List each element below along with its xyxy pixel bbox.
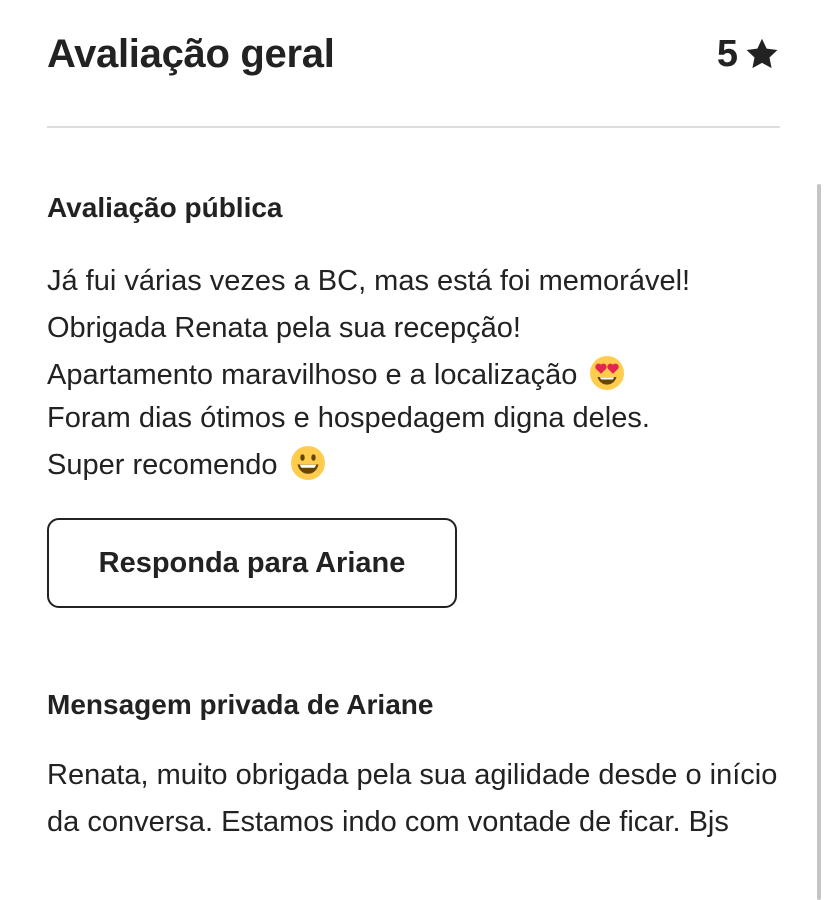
overall-rating-header: Avaliação geral 5 xyxy=(47,28,780,80)
private-message-text: Renata, muito obrigada pela sua agilidad… xyxy=(47,759,778,838)
overall-rating-title: Avaliação geral xyxy=(47,31,335,76)
overall-rating-value: 5 xyxy=(717,33,780,76)
review-line-text: Super recomendo xyxy=(47,449,278,481)
scrollbar[interactable] xyxy=(817,184,821,900)
heart-eyes-emoji-icon xyxy=(590,356,625,390)
review-line: Apartamento maravilhoso e a localização xyxy=(47,352,787,399)
review-line-text: Foram dias ótimos e hospedagem digna del… xyxy=(47,402,650,434)
review-line: Super recomendo xyxy=(47,442,787,489)
review-line: Foram dias ótimos e hospedagem digna del… xyxy=(47,395,787,442)
overall-rating-number: 5 xyxy=(716,32,738,75)
public-review-title: Avaliação pública xyxy=(47,192,283,223)
smiling-face-emoji-icon xyxy=(290,446,325,480)
review-line: Obrigada Renata pela sua recepção! xyxy=(47,305,787,352)
private-message-title: Mensagem privada de Ariane xyxy=(47,689,434,720)
review-line-text: Já fui várias vezes a BC, mas está foi m… xyxy=(47,265,691,297)
reply-to-guest-button[interactable]: Responda para Ariane xyxy=(47,518,457,608)
review-line: Já fui várias vezes a BC, mas está foi m… xyxy=(47,258,787,305)
star-icon xyxy=(746,38,778,69)
review-line-text: Apartamento maravilhoso e a localização xyxy=(47,359,578,391)
public-review-text: Já fui várias vezes a BC, mas está foi m… xyxy=(47,258,787,489)
header-divider xyxy=(47,126,780,128)
review-line-text: Obrigada Renata pela sua recepção! xyxy=(47,312,521,344)
